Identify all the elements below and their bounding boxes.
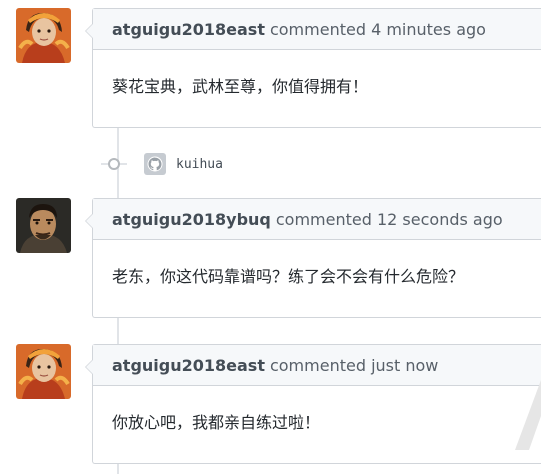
comment-author[interactable]: atguigu2018east	[112, 356, 265, 375]
comment-author[interactable]: atguigu2018east	[112, 20, 265, 39]
comment-meta[interactable]: commented just now	[270, 356, 438, 375]
commit-dot-icon	[108, 158, 120, 170]
comment-3: atguigu2018east commented just now 你放心吧，…	[85, 344, 541, 464]
avatar-image	[16, 344, 71, 399]
comment-text: 葵花宝典，武林至尊，你值得拥有！	[112, 77, 369, 96]
comment-text: 老东，你这代码靠谱吗？练了会不会有什么危险？	[112, 267, 465, 286]
avatar-image	[16, 8, 71, 63]
comment-header: atguigu2018east commented just now	[93, 345, 541, 386]
comment-2: atguigu2018ybuq commented 12 seconds ago…	[85, 198, 541, 318]
avatar-image	[16, 198, 71, 253]
comment-body: 你放心吧，我都亲自练过啦！	[93, 386, 541, 456]
avatar-atguigu2018ybuq[interactable]	[16, 198, 71, 253]
comment-body: 葵花宝典，武林至尊，你值得拥有！	[93, 50, 541, 120]
octocat-glyph	[147, 156, 163, 172]
watermark-decoration	[515, 380, 541, 450]
commit-node	[101, 158, 144, 170]
comment-header: atguigu2018ybuq commented 12 seconds ago	[93, 199, 541, 240]
github-octocat-icon[interactable]	[144, 153, 166, 175]
comment-author[interactable]: atguigu2018ybuq	[112, 210, 271, 229]
comment-meta[interactable]: commented 12 seconds ago	[276, 210, 503, 229]
comment-1: atguigu2018east commented 4 minutes ago …	[85, 8, 541, 128]
commit-reference: kuihua	[101, 151, 223, 177]
comment-text: 你放心吧，我都亲自练过啦！	[112, 413, 321, 432]
comment-body: 老东，你这代码靠谱吗？练了会不会有什么危险？	[93, 240, 541, 310]
avatar-atguigu2018east[interactable]	[16, 8, 71, 63]
comment-meta[interactable]: commented 4 minutes ago	[270, 20, 486, 39]
avatar-atguigu2018east[interactable]	[16, 344, 71, 399]
commit-message[interactable]: kuihua	[176, 157, 223, 172]
comment-header: atguigu2018east commented 4 minutes ago	[93, 9, 541, 50]
